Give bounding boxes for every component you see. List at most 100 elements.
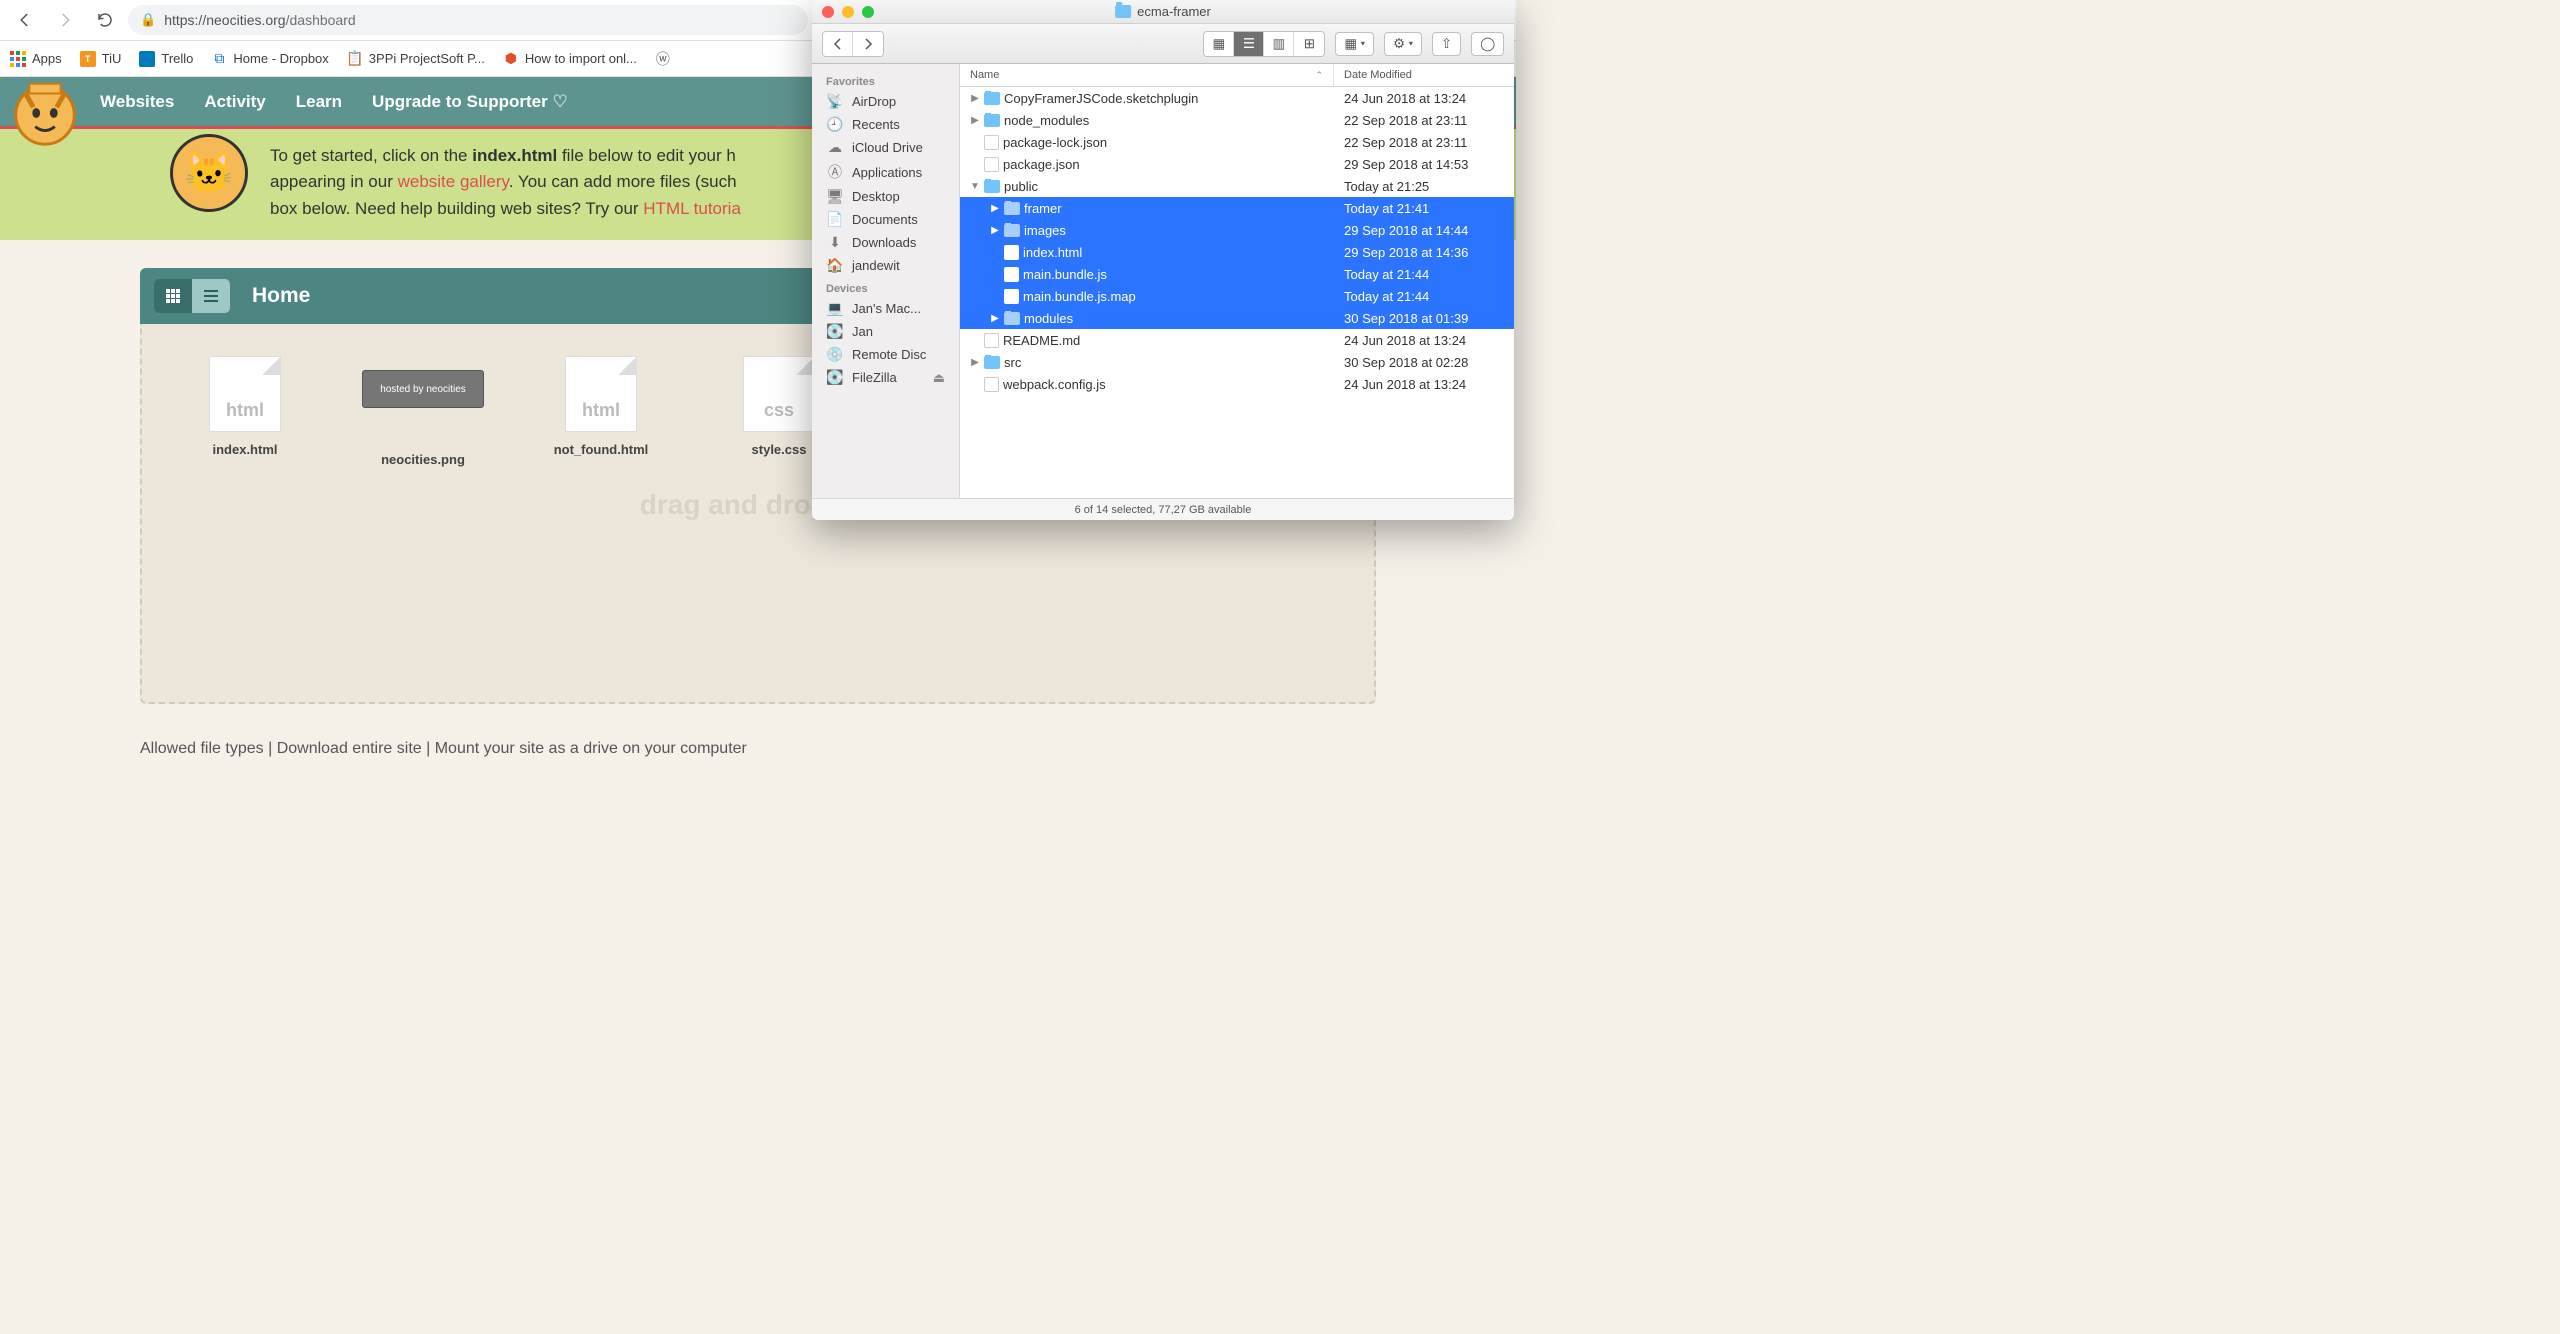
trello-icon <box>139 51 155 67</box>
column-view-button[interactable]: ▥ <box>1264 32 1294 56</box>
list-view-button[interactable] <box>192 279 230 313</box>
file-row[interactable]: ▶CopyFramerJSCode.sketchplugin24 Jun 201… <box>960 87 1514 109</box>
list-view-button[interactable]: ☰ <box>1234 32 1264 56</box>
sidebar-item-jandewit[interactable]: 🏠jandewit <box>812 254 959 277</box>
disclosure-icon[interactable]: ▶ <box>990 313 1000 324</box>
file-row[interactable]: ▶src30 Sep 2018 at 02:28 <box>960 351 1514 373</box>
mount-drive-link[interactable]: Mount your site as a drive on your compu… <box>435 740 747 757</box>
close-button[interactable] <box>822 6 834 18</box>
sidebar-icon: 📄 <box>826 211 844 228</box>
disclosure-icon[interactable] <box>990 247 1000 258</box>
sidebar-item-filezilla[interactable]: 💽FileZilla⏏ <box>812 366 959 389</box>
disclosure-icon[interactable] <box>970 137 980 148</box>
column-name[interactable]: Name ⌃ <box>960 64 1334 86</box>
file-row[interactable]: ▶modules30 Sep 2018 at 01:39 <box>960 307 1514 329</box>
sidebar-item-documents[interactable]: 📄Documents <box>812 208 959 231</box>
disclosure-icon[interactable]: ▶ <box>970 357 980 368</box>
file-name: package.json <box>1003 157 1080 172</box>
file-row[interactable]: index.html29 Sep 2018 at 14:36 <box>960 241 1514 263</box>
reload-button[interactable] <box>88 5 122 35</box>
disclosure-icon[interactable]: ▶ <box>970 115 980 126</box>
file-item[interactable]: html index.html <box>190 356 300 467</box>
hint-text: appearing in our <box>270 172 398 191</box>
disclosure-icon[interactable]: ▼ <box>970 181 980 192</box>
grid-view-button[interactable] <box>154 279 192 313</box>
icon-view-button[interactable]: ▦ <box>1204 32 1234 56</box>
file-row[interactable]: ▶node_modules22 Sep 2018 at 23:11 <box>960 109 1514 131</box>
sidebar-item-downloads[interactable]: ⬇Downloads <box>812 231 959 254</box>
file-date: 22 Sep 2018 at 23:11 <box>1334 113 1514 128</box>
eject-icon[interactable]: ⏏ <box>933 370 945 386</box>
nav-segment <box>822 31 884 57</box>
website-gallery-link[interactable]: website gallery <box>398 172 509 191</box>
finder-forward-button[interactable] <box>853 32 883 56</box>
gallery-view-button[interactable]: ⊞ <box>1294 32 1324 56</box>
file-item[interactable]: html not_found.html <box>546 356 656 467</box>
nav-activity[interactable]: Activity <box>204 92 265 112</box>
disclosure-icon[interactable]: ▶ <box>990 203 1000 214</box>
bookmark-tiu[interactable]: T TiU <box>80 51 122 67</box>
disclosure-icon[interactable] <box>970 159 980 170</box>
action-button[interactable]: ⚙ ▾ <box>1384 32 1422 56</box>
sidebar-item-recents[interactable]: 🕘Recents <box>812 113 959 136</box>
file-row[interactable]: webpack.config.js24 Jun 2018 at 13:24 <box>960 373 1514 395</box>
file-date: 29 Sep 2018 at 14:53 <box>1334 157 1514 172</box>
arrange-button[interactable]: ▦ ▾ <box>1335 32 1374 56</box>
bookmark-label: Trello <box>161 51 193 66</box>
file-row[interactable]: ▼publicToday at 21:25 <box>960 175 1514 197</box>
sidebar-item-jan-s-mac-[interactable]: 💻Jan's Mac... <box>812 297 959 320</box>
disclosure-icon[interactable] <box>970 335 980 346</box>
nav-upgrade[interactable]: Upgrade to Supporter ♡ <box>372 92 568 112</box>
sidebar-item-applications[interactable]: ⒶApplications <box>812 159 959 185</box>
sidebar-icon: 🕘 <box>826 116 844 133</box>
nav-learn[interactable]: Learn <box>296 92 342 112</box>
file-row[interactable]: package-lock.json22 Sep 2018 at 23:11 <box>960 131 1514 153</box>
finder-titlebar[interactable]: ecma-framer <box>812 0 1514 24</box>
sidebar-item-jan[interactable]: 💽Jan <box>812 320 959 343</box>
html-tutorial-link[interactable]: HTML tutoria <box>643 199 741 218</box>
view-segment: ▦ ☰ ▥ ⊞ <box>1203 31 1325 57</box>
finder-title: ecma-framer <box>1115 4 1211 19</box>
bookmark-wordpress[interactable]: ⓦ <box>655 51 677 67</box>
file-row[interactable]: README.md24 Jun 2018 at 13:24 <box>960 329 1514 351</box>
file-row[interactable]: main.bundle.js.mapToday at 21:44 <box>960 285 1514 307</box>
disclosure-icon[interactable] <box>990 291 1000 302</box>
minimize-button[interactable] <box>842 6 854 18</box>
finder-back-button[interactable] <box>823 32 853 56</box>
bookmark-trello[interactable]: Trello <box>139 51 193 67</box>
file-name: index.html <box>1023 245 1082 260</box>
address-bar[interactable]: 🔒 https://neocities.org/dashboard <box>128 5 808 35</box>
bookmark-projectsoft[interactable]: 📋 3PPi ProjectSoft P... <box>347 51 485 67</box>
bookmark-dropbox[interactable]: ⧉ Home - Dropbox <box>211 51 328 67</box>
file-row[interactable]: main.bundle.jsToday at 21:44 <box>960 263 1514 285</box>
file-row[interactable]: ▶images29 Sep 2018 at 14:44 <box>960 219 1514 241</box>
allowed-filetypes-link[interactable]: Allowed file types <box>140 740 264 757</box>
maximize-button[interactable] <box>862 6 874 18</box>
disclosure-icon[interactable]: ▶ <box>970 93 980 104</box>
disclosure-icon[interactable]: ▶ <box>990 225 1000 236</box>
file-item[interactable]: hosted by neocities neocities.png <box>368 356 478 467</box>
download-site-link[interactable]: Download entire site <box>277 740 422 757</box>
sidebar-item-airdrop[interactable]: 📡AirDrop <box>812 90 959 113</box>
sidebar-item-desktop[interactable]: 🖥Desktop <box>812 185 959 208</box>
file-date: 29 Sep 2018 at 14:44 <box>1334 223 1514 238</box>
file-row[interactable]: package.json 29 Sep 2018 at 14:53 <box>960 153 1514 175</box>
forward-button[interactable] <box>48 5 82 35</box>
disclosure-icon[interactable] <box>970 379 980 390</box>
nav-websites[interactable]: Websites <box>100 92 174 112</box>
back-button[interactable] <box>8 5 42 35</box>
disclosure-icon[interactable] <box>990 269 1000 280</box>
sidebar-item-icloud-drive[interactable]: ☁iCloud Drive <box>812 136 959 159</box>
share-button[interactable]: ⇧ <box>1432 32 1461 56</box>
tags-button[interactable]: ◯ <box>1471 32 1504 56</box>
bookmark-html5[interactable]: ⬢ How to import onl... <box>503 51 637 67</box>
bookmark-apps[interactable]: Apps <box>10 51 62 67</box>
file-row[interactable]: ▶framerToday at 21:41 <box>960 197 1514 219</box>
column-label: Name <box>970 69 999 81</box>
neocities-logo[interactable] <box>6 74 84 152</box>
bookmark-label: Home - Dropbox <box>233 51 328 66</box>
finder-sidebar: Favorites 📡AirDrop🕘Recents☁iCloud DriveⒶ… <box>812 64 960 498</box>
sidebar-item-remote-disc[interactable]: 💿Remote Disc <box>812 343 959 366</box>
tiu-icon: T <box>80 51 96 67</box>
column-date[interactable]: Date Modified <box>1334 64 1514 86</box>
